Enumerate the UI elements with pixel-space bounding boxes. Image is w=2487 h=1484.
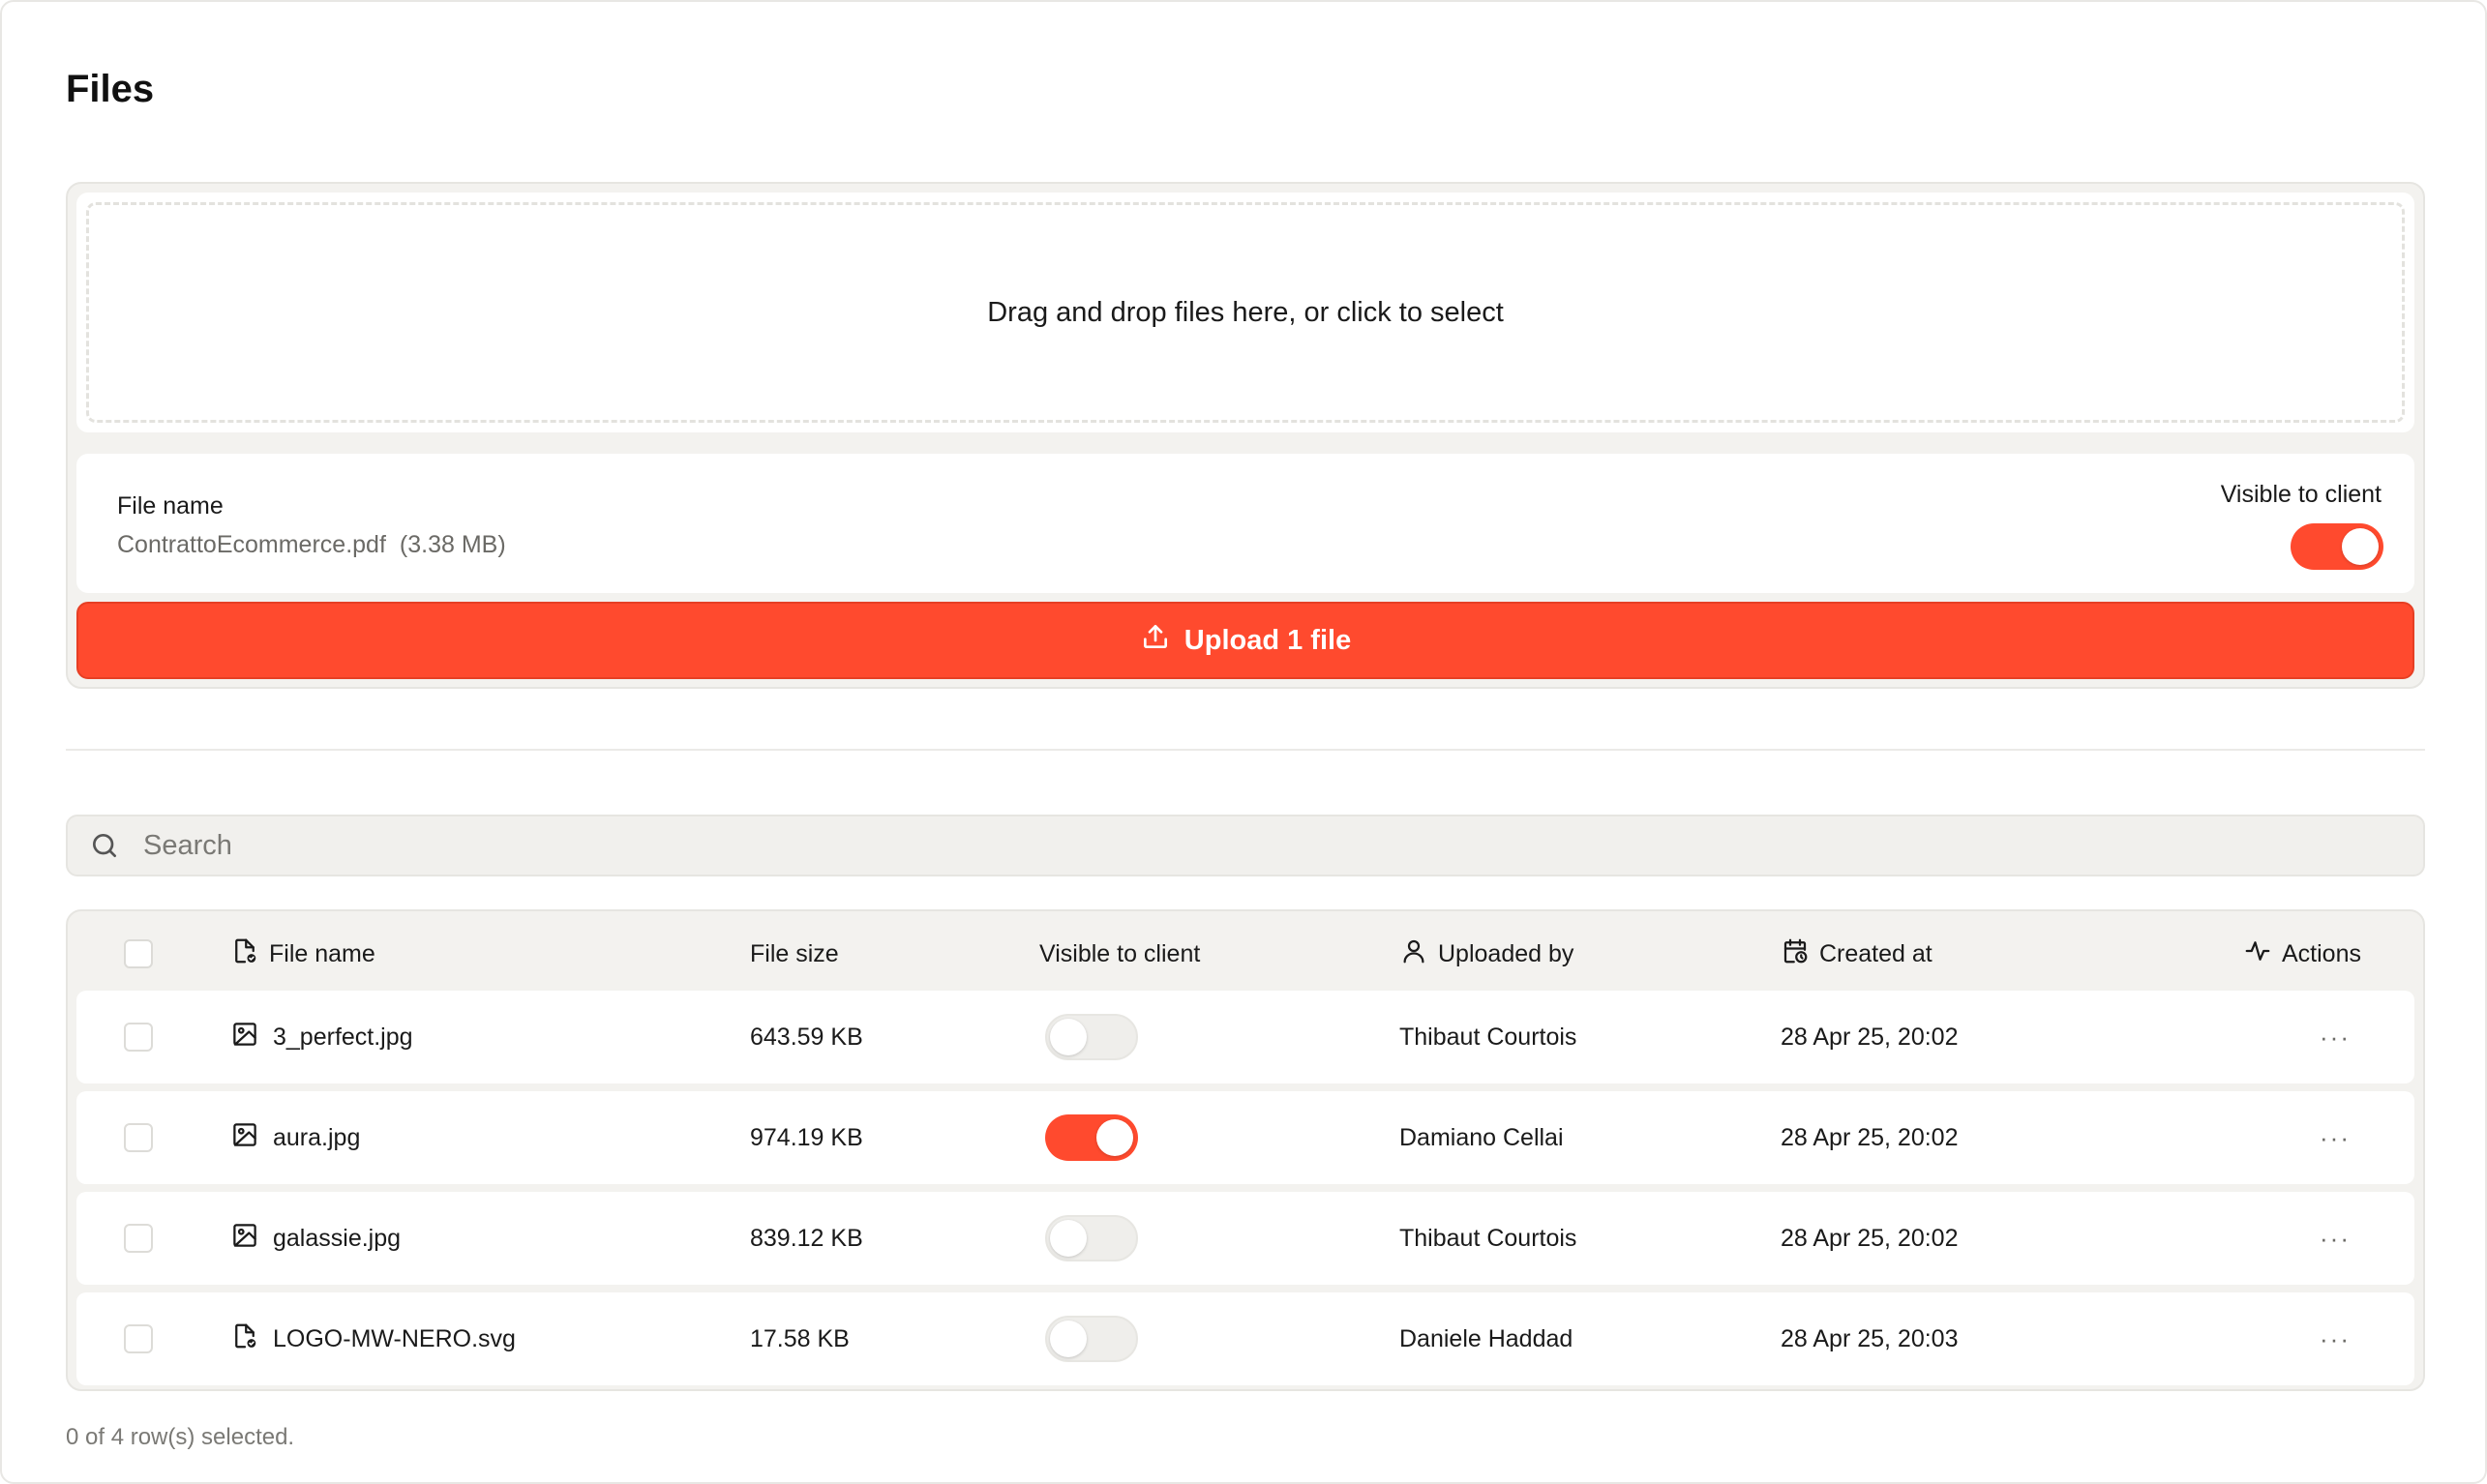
- uploaded-by: Daniele Haddad: [1399, 1324, 1573, 1352]
- uploaded-by: Thibaut Courtois: [1399, 1023, 1577, 1051]
- uploaded-by: Thibaut Courtois: [1399, 1224, 1577, 1252]
- created-at: 28 Apr 25, 20:02: [1781, 1023, 1959, 1051]
- file-name-cell: LOGO-MW-NERO.svg: [230, 1292, 516, 1385]
- file-size: 643.59 KB: [750, 1023, 863, 1051]
- row-select-cell: [124, 1292, 153, 1385]
- toggle-knob: [2342, 528, 2379, 565]
- image-file-icon: [230, 1120, 259, 1156]
- row-actions-cell: ···: [2320, 1192, 2351, 1285]
- upload-button[interactable]: Upload 1 file: [76, 602, 2414, 679]
- dropzone-text: Drag and drop files here, or click to se…: [987, 296, 1504, 328]
- image-file-icon: [230, 1221, 259, 1257]
- file-name: LOGO-MW-NERO.svg: [273, 1324, 516, 1352]
- pending-file-name: ContrattoEcommerce.pdf: [117, 531, 386, 558]
- more-actions-icon[interactable]: ···: [2320, 1023, 2351, 1053]
- column-visible-label: Visible to client: [1039, 939, 1201, 967]
- table-row[interactable]: LOGO-MW-NERO.svg 17.58 KB Daniele Haddad…: [76, 1292, 2414, 1385]
- row-checkbox[interactable]: [124, 1224, 153, 1253]
- file-name-cell: 3_perfect.jpg: [230, 991, 413, 1083]
- column-file-name-label: File name: [269, 939, 375, 967]
- table-row[interactable]: galassie.jpg 839.12 KB Thibaut Courtois …: [76, 1192, 2414, 1285]
- selection-status: 0 of 4 row(s) selected.: [66, 1424, 295, 1450]
- visible-cell: [1045, 1192, 1138, 1285]
- pending-file-visible-toggle[interactable]: [2291, 523, 2383, 570]
- activity-icon: [2243, 936, 2272, 972]
- row-checkbox[interactable]: [124, 1123, 153, 1152]
- toggle-knob: [1050, 1220, 1087, 1257]
- row-checkbox[interactable]: [124, 1324, 153, 1353]
- more-actions-icon[interactable]: ···: [2320, 1224, 2351, 1254]
- file-name: galassie.jpg: [273, 1224, 402, 1252]
- row-checkbox[interactable]: [124, 1023, 153, 1052]
- visible-cell: [1045, 991, 1138, 1083]
- page-title: Files: [66, 68, 155, 110]
- file-size: 839.12 KB: [750, 1224, 863, 1252]
- select-all-cell: [124, 911, 153, 996]
- file-size: 17.58 KB: [750, 1324, 850, 1352]
- file-dropzone[interactable]: Drag and drop files here, or click to se…: [86, 202, 2405, 423]
- user-icon: [1399, 936, 1428, 972]
- created-at: 28 Apr 25, 20:03: [1781, 1324, 1959, 1352]
- column-uploaded-by[interactable]: Uploaded by: [1399, 911, 1573, 996]
- search-icon: [89, 829, 122, 862]
- visible-cell: [1045, 1091, 1138, 1184]
- visible-toggle[interactable]: [1045, 1014, 1138, 1060]
- visible-cell: [1045, 1292, 1138, 1385]
- upload-icon: [1140, 621, 1171, 660]
- toggle-knob: [1050, 1321, 1087, 1357]
- visible-toggle[interactable]: [1045, 1316, 1138, 1362]
- row-actions-cell: ···: [2320, 1292, 2351, 1385]
- visible-toggle[interactable]: [1045, 1215, 1138, 1261]
- file-name-cell: galassie.jpg: [230, 1192, 401, 1285]
- visible-toggle[interactable]: [1045, 1114, 1138, 1161]
- pending-file-visible-label: Visible to client: [2220, 481, 2382, 508]
- select-all-checkbox[interactable]: [124, 939, 153, 968]
- row-select-cell: [124, 1192, 153, 1285]
- search-input[interactable]: [143, 829, 2272, 862]
- pending-file-card: File name ContrattoEcommerce.pdf (3.38 MB…: [76, 454, 2414, 593]
- column-created-at[interactable]: Created at: [1781, 911, 1933, 996]
- file-check-icon: [230, 936, 259, 972]
- upload-panel: Drag and drop files here, or click to se…: [66, 182, 2425, 689]
- pending-file-info: ContrattoEcommerce.pdf (3.38 MB): [117, 531, 506, 559]
- created-at: 28 Apr 25, 20:02: [1781, 1224, 1959, 1252]
- uploaded-by: Damiano Cellai: [1399, 1123, 1564, 1151]
- row-select-cell: [124, 1091, 153, 1184]
- upload-button-label: Upload 1 file: [1184, 624, 1352, 656]
- search-bar: [66, 815, 2425, 876]
- created-at: 28 Apr 25, 20:02: [1781, 1123, 1959, 1151]
- file-name: 3_perfect.jpg: [273, 1023, 413, 1051]
- column-file-name[interactable]: File name: [230, 911, 375, 996]
- table-row[interactable]: 3_perfect.jpg 643.59 KB Thibaut Courtois…: [76, 991, 2414, 1083]
- section-divider: [66, 749, 2425, 751]
- column-uploaded-by-label: Uploaded by: [1438, 939, 1574, 967]
- row-select-cell: [124, 991, 153, 1083]
- file-size: 974.19 KB: [750, 1123, 863, 1151]
- column-actions-label: Actions: [2282, 939, 2361, 967]
- column-visible[interactable]: Visible to client: [1039, 911, 1200, 996]
- column-file-size-label: File size: [750, 939, 839, 967]
- file-name-cell: aura.jpg: [230, 1091, 360, 1184]
- column-created-at-label: Created at: [1819, 939, 1933, 967]
- more-actions-icon[interactable]: ···: [2320, 1324, 2351, 1354]
- table-header: File name File size Visible to client Up…: [68, 911, 2423, 996]
- table-row[interactable]: aura.jpg 974.19 KB Damiano Cellai 28 Apr…: [76, 1091, 2414, 1184]
- pending-file-label: File name: [117, 492, 224, 519]
- row-actions-cell: ···: [2320, 1091, 2351, 1184]
- file-check-icon: [230, 1321, 259, 1357]
- files-page: Files Drag and drop files here, or click…: [0, 0, 2487, 1484]
- more-actions-icon[interactable]: ···: [2320, 1123, 2351, 1153]
- toggle-knob: [1096, 1119, 1133, 1156]
- file-name: aura.jpg: [273, 1123, 361, 1151]
- files-table: File name File size Visible to client Up…: [66, 909, 2425, 1391]
- pending-file-size: (3.38 MB): [399, 531, 506, 558]
- dropzone-container: Drag and drop files here, or click to se…: [76, 193, 2414, 432]
- column-actions: Actions: [2243, 911, 2361, 996]
- toggle-knob: [1050, 1019, 1087, 1055]
- row-actions-cell: ···: [2320, 991, 2351, 1083]
- image-file-icon: [230, 1020, 259, 1055]
- calendar-clock-icon: [1781, 936, 1810, 972]
- column-file-size[interactable]: File size: [750, 911, 839, 996]
